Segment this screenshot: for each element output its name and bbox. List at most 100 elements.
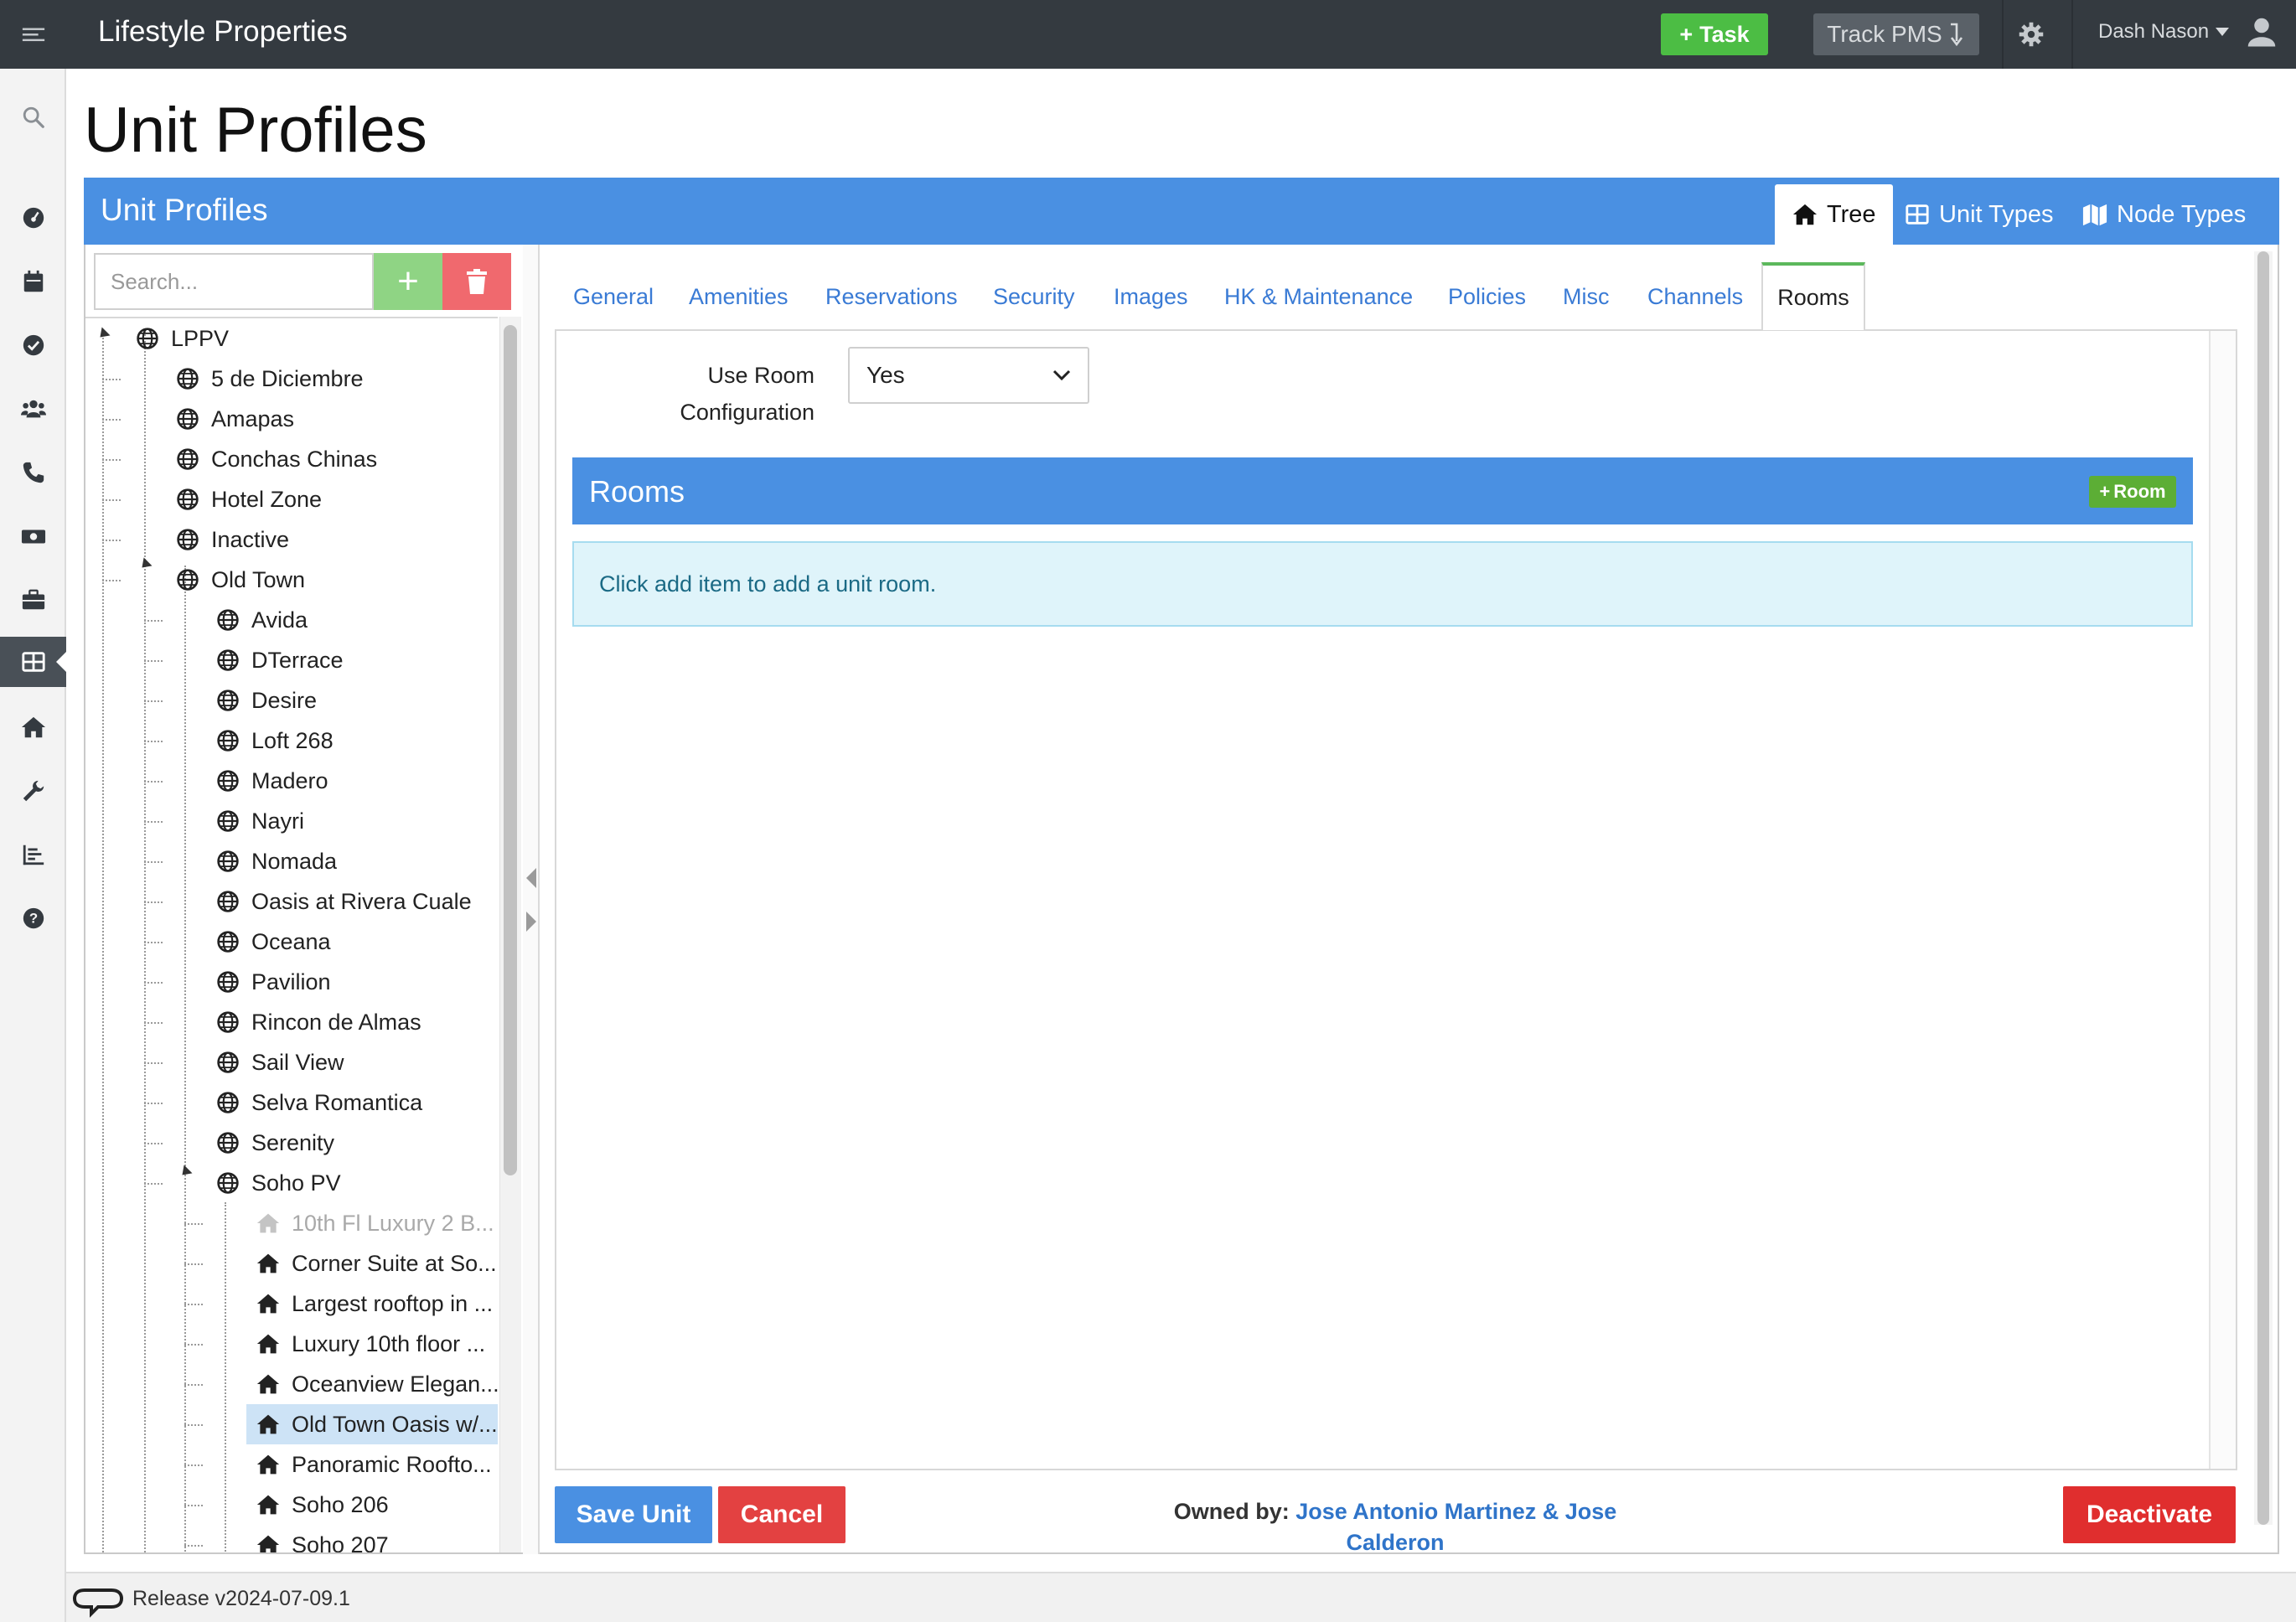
- reports-icon[interactable]: [0, 829, 66, 880]
- phone-icon[interactable]: [0, 447, 66, 498]
- users-icon[interactable]: [0, 384, 66, 434]
- scroll-thumb[interactable]: [504, 325, 517, 1175]
- cancel-button[interactable]: Cancel: [718, 1486, 845, 1543]
- tab-node-types[interactable]: Node Types: [2081, 184, 2246, 245]
- tree-connector: [184, 1545, 203, 1547]
- tab-security[interactable]: Security: [993, 265, 1075, 328]
- home-icon: [256, 1535, 280, 1552]
- tree-node[interactable]: 5 de Diciembre: [176, 359, 364, 399]
- tree-node[interactable]: Soho 206: [256, 1485, 389, 1525]
- chevron-down-icon: [1052, 369, 1071, 381]
- tree-node[interactable]: Oasis at Rivera Cuale: [216, 881, 472, 922]
- tree-search-input[interactable]: [94, 253, 374, 310]
- room-config-select[interactable]: Yes: [848, 347, 1089, 404]
- tree-node[interactable]: LPPV: [136, 318, 229, 359]
- tab-policies[interactable]: Policies: [1448, 265, 1526, 328]
- owner-info: Owned by: Jose Antonio Martinez & Jose C…: [1123, 1496, 1668, 1558]
- tree-node[interactable]: Inactive: [176, 519, 289, 560]
- tree-node[interactable]: Selva Romantica: [216, 1082, 422, 1123]
- tab-amenities[interactable]: Amenities: [689, 265, 789, 328]
- expand-right-icon[interactable]: [526, 912, 536, 932]
- tree-node[interactable]: Largest rooftop in ...: [256, 1284, 493, 1324]
- tree-node[interactable]: Desire: [216, 680, 317, 721]
- briefcase-icon[interactable]: [0, 575, 66, 625]
- add-task-button[interactable]: + Task: [1661, 13, 1768, 55]
- home-icon: [256, 1213, 280, 1233]
- tab-rooms[interactable]: Rooms: [1761, 262, 1865, 330]
- tree-node[interactable]: Oceana: [216, 922, 331, 962]
- track-pms-button[interactable]: Track PMS: [1813, 13, 1979, 55]
- dashboard-icon[interactable]: [0, 193, 66, 243]
- tree-node[interactable]: Conchas Chinas: [176, 439, 377, 479]
- tree-node[interactable]: Pavilion: [216, 962, 331, 1002]
- tree-node[interactable]: Sail View: [216, 1042, 344, 1082]
- home-icon: [256, 1414, 280, 1434]
- unit-profiles-icon[interactable]: [0, 637, 68, 687]
- tab-images[interactable]: Images: [1114, 265, 1188, 328]
- tree-node[interactable]: Rincon de Almas: [216, 1002, 421, 1042]
- tab-hk-maintenance[interactable]: HK & Maintenance: [1224, 265, 1413, 328]
- menu-icon[interactable]: [0, 9, 66, 59]
- tree-node[interactable]: Luxury 10th floor ...: [256, 1324, 485, 1364]
- tab-reservations[interactable]: Reservations: [825, 265, 958, 328]
- tree-node[interactable]: Nomada: [216, 841, 337, 881]
- expand-toggle[interactable]: [178, 1165, 193, 1180]
- expand-toggle[interactable]: [96, 327, 111, 342]
- add-node-button[interactable]: +: [374, 253, 442, 310]
- rail-menu-toggle[interactable]: [0, 0, 66, 69]
- globe-icon: [217, 810, 239, 832]
- tree-node[interactable]: Soho PV: [216, 1163, 341, 1203]
- money-icon[interactable]: [0, 511, 66, 561]
- gear-icon[interactable]: [2015, 18, 2047, 50]
- user-menu[interactable]: Dash Nason: [2098, 20, 2230, 44]
- save-unit-button[interactable]: Save Unit: [555, 1486, 712, 1543]
- tree-connector: [144, 942, 163, 943]
- content-scrollbar[interactable]: [2254, 251, 2273, 1525]
- tree-node[interactable]: Soho 207: [256, 1525, 389, 1552]
- tree-node[interactable]: Nayri: [216, 801, 304, 841]
- user-icon[interactable]: [2245, 15, 2278, 49]
- tree-node[interactable]: Old Town: [176, 560, 305, 600]
- globe-icon: [217, 1132, 239, 1154]
- add-room-button[interactable]: + Room: [2089, 476, 2176, 508]
- scroll-thumb[interactable]: [2257, 251, 2269, 1525]
- panel-splitter[interactable]: [523, 245, 540, 1554]
- owner-name-link[interactable]: Jose Antonio Martinez & Jose Calderon: [1295, 1499, 1616, 1555]
- tree-node[interactable]: Corner Suite at So...: [256, 1243, 497, 1284]
- expand-toggle[interactable]: [137, 557, 153, 572]
- tab-panel-scrollbar[interactable]: [2209, 331, 2236, 1469]
- tree-connector: [144, 700, 163, 702]
- tab-misc[interactable]: Misc: [1563, 265, 1610, 328]
- wrench-icon[interactable]: [0, 766, 66, 816]
- tree-node[interactable]: Amapas: [176, 399, 294, 439]
- search-icon[interactable]: [0, 92, 66, 142]
- release-version: Release v2024-07-09.1: [132, 1587, 350, 1610]
- help-icon[interactable]: ?: [0, 893, 66, 943]
- tab-tree[interactable]: Tree: [1775, 184, 1893, 245]
- tree-node-label: Panoramic Roofto...: [292, 1451, 492, 1477]
- tree-node[interactable]: Oceanview Elegan...: [256, 1364, 498, 1404]
- collapse-left-icon[interactable]: [526, 868, 536, 888]
- tree-node[interactable]: Avida: [216, 600, 308, 640]
- check-circle-icon[interactable]: [0, 320, 66, 370]
- tree-connector: [184, 1424, 203, 1426]
- tree-node[interactable]: Serenity: [216, 1123, 334, 1163]
- tree-scrollbar[interactable]: [499, 317, 521, 1552]
- tab-unit-types[interactable]: Unit Types: [1904, 184, 2053, 245]
- tree-node[interactable]: DTerrace: [216, 640, 344, 680]
- tab-general[interactable]: General: [573, 265, 654, 328]
- tree-node[interactable]: Panoramic Roofto...: [256, 1444, 492, 1485]
- delete-node-button[interactable]: [442, 253, 511, 310]
- home-icon[interactable]: [0, 702, 66, 752]
- calendar-icon[interactable]: [0, 256, 66, 307]
- tab-channels[interactable]: Channels: [1647, 265, 1743, 328]
- tree-connector: [225, 1202, 226, 1552]
- deactivate-button[interactable]: Deactivate: [2063, 1486, 2236, 1543]
- tree-node-selected[interactable]: Old Town Oasis w/...: [246, 1404, 498, 1444]
- tree-node[interactable]: Loft 268: [216, 721, 334, 761]
- tree-node[interactable]: Madero: [216, 761, 328, 801]
- top-bar: Lifestyle Properties + Task Track PMS Da…: [66, 0, 2296, 69]
- tree-node[interactable]: Hotel Zone: [176, 479, 322, 519]
- tree-node-inactive[interactable]: 10th Fl Luxury 2 B...: [256, 1203, 494, 1243]
- brand-title[interactable]: Lifestyle Properties: [98, 15, 348, 49]
